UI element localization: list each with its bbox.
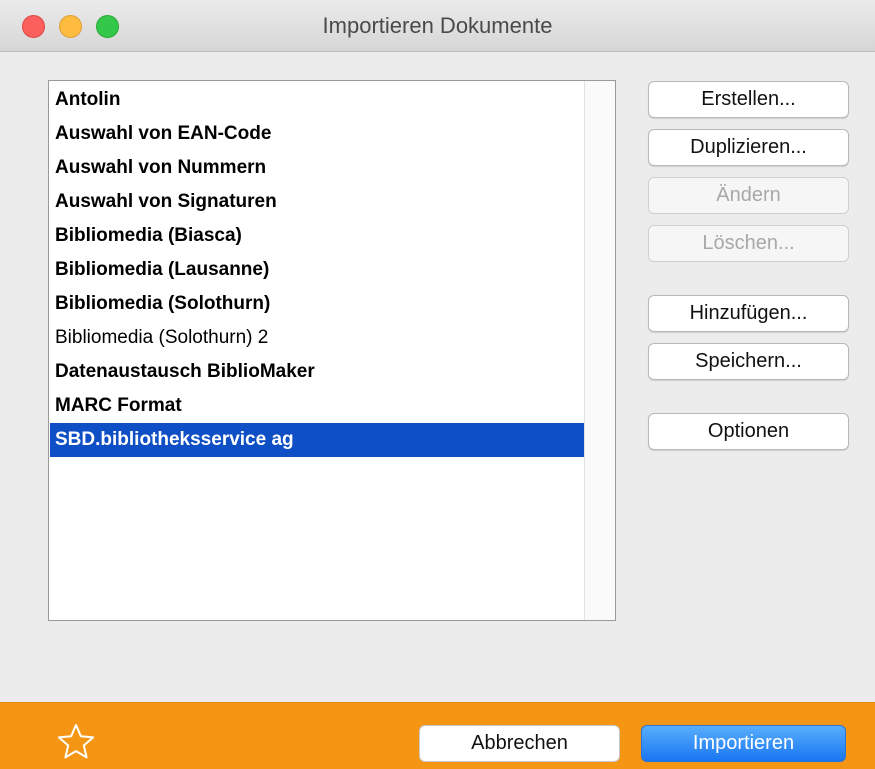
list-item[interactable]: Datenaustausch BiblioMaker [50, 355, 585, 389]
list-item[interactable]: Auswahl von EAN-Code [50, 117, 585, 151]
list-scrollbar[interactable] [584, 81, 615, 620]
list-item[interactable]: Antolin [50, 83, 585, 117]
list-item[interactable]: MARC Format [50, 389, 585, 423]
cancel-button[interactable]: Abbrechen [419, 725, 620, 762]
footer-bar: Abbrechen Importieren [0, 702, 875, 769]
list-item[interactable]: Bibliomedia (Lausanne) [50, 253, 585, 287]
save-button[interactable]: Speichern... [648, 343, 849, 380]
list-item[interactable]: Bibliomedia (Solothurn) [50, 287, 585, 321]
import-button[interactable]: Importieren [641, 725, 846, 762]
list-item[interactable]: Bibliomedia (Solothurn) 2 [50, 321, 585, 355]
import-format-list[interactable]: Antolin Auswahl von EAN-Code Auswahl von… [48, 80, 616, 621]
add-button[interactable]: Hinzufügen... [648, 295, 849, 332]
list-item[interactable]: Bibliomedia (Biasca) [50, 219, 585, 253]
list-item-selected[interactable]: SBD.bibliotheksservice ag [50, 423, 585, 457]
duplicate-button[interactable]: Duplizieren... [648, 129, 849, 166]
title-bar: Importieren Dokumente [0, 0, 875, 52]
edit-button[interactable]: Ändern [648, 177, 849, 214]
import-documents-window: Importieren Dokumente Antolin Auswahl vo… [0, 0, 875, 769]
delete-button[interactable]: Löschen... [648, 225, 849, 262]
list-item[interactable]: Auswahl von Nummern [50, 151, 585, 185]
list-item[interactable]: Auswahl von Signaturen [50, 185, 585, 219]
create-button[interactable]: Erstellen... [648, 81, 849, 118]
star-outline-icon[interactable] [56, 722, 96, 762]
options-button[interactable]: Optionen [648, 413, 849, 450]
window-title: Importieren Dokumente [322, 13, 553, 38]
